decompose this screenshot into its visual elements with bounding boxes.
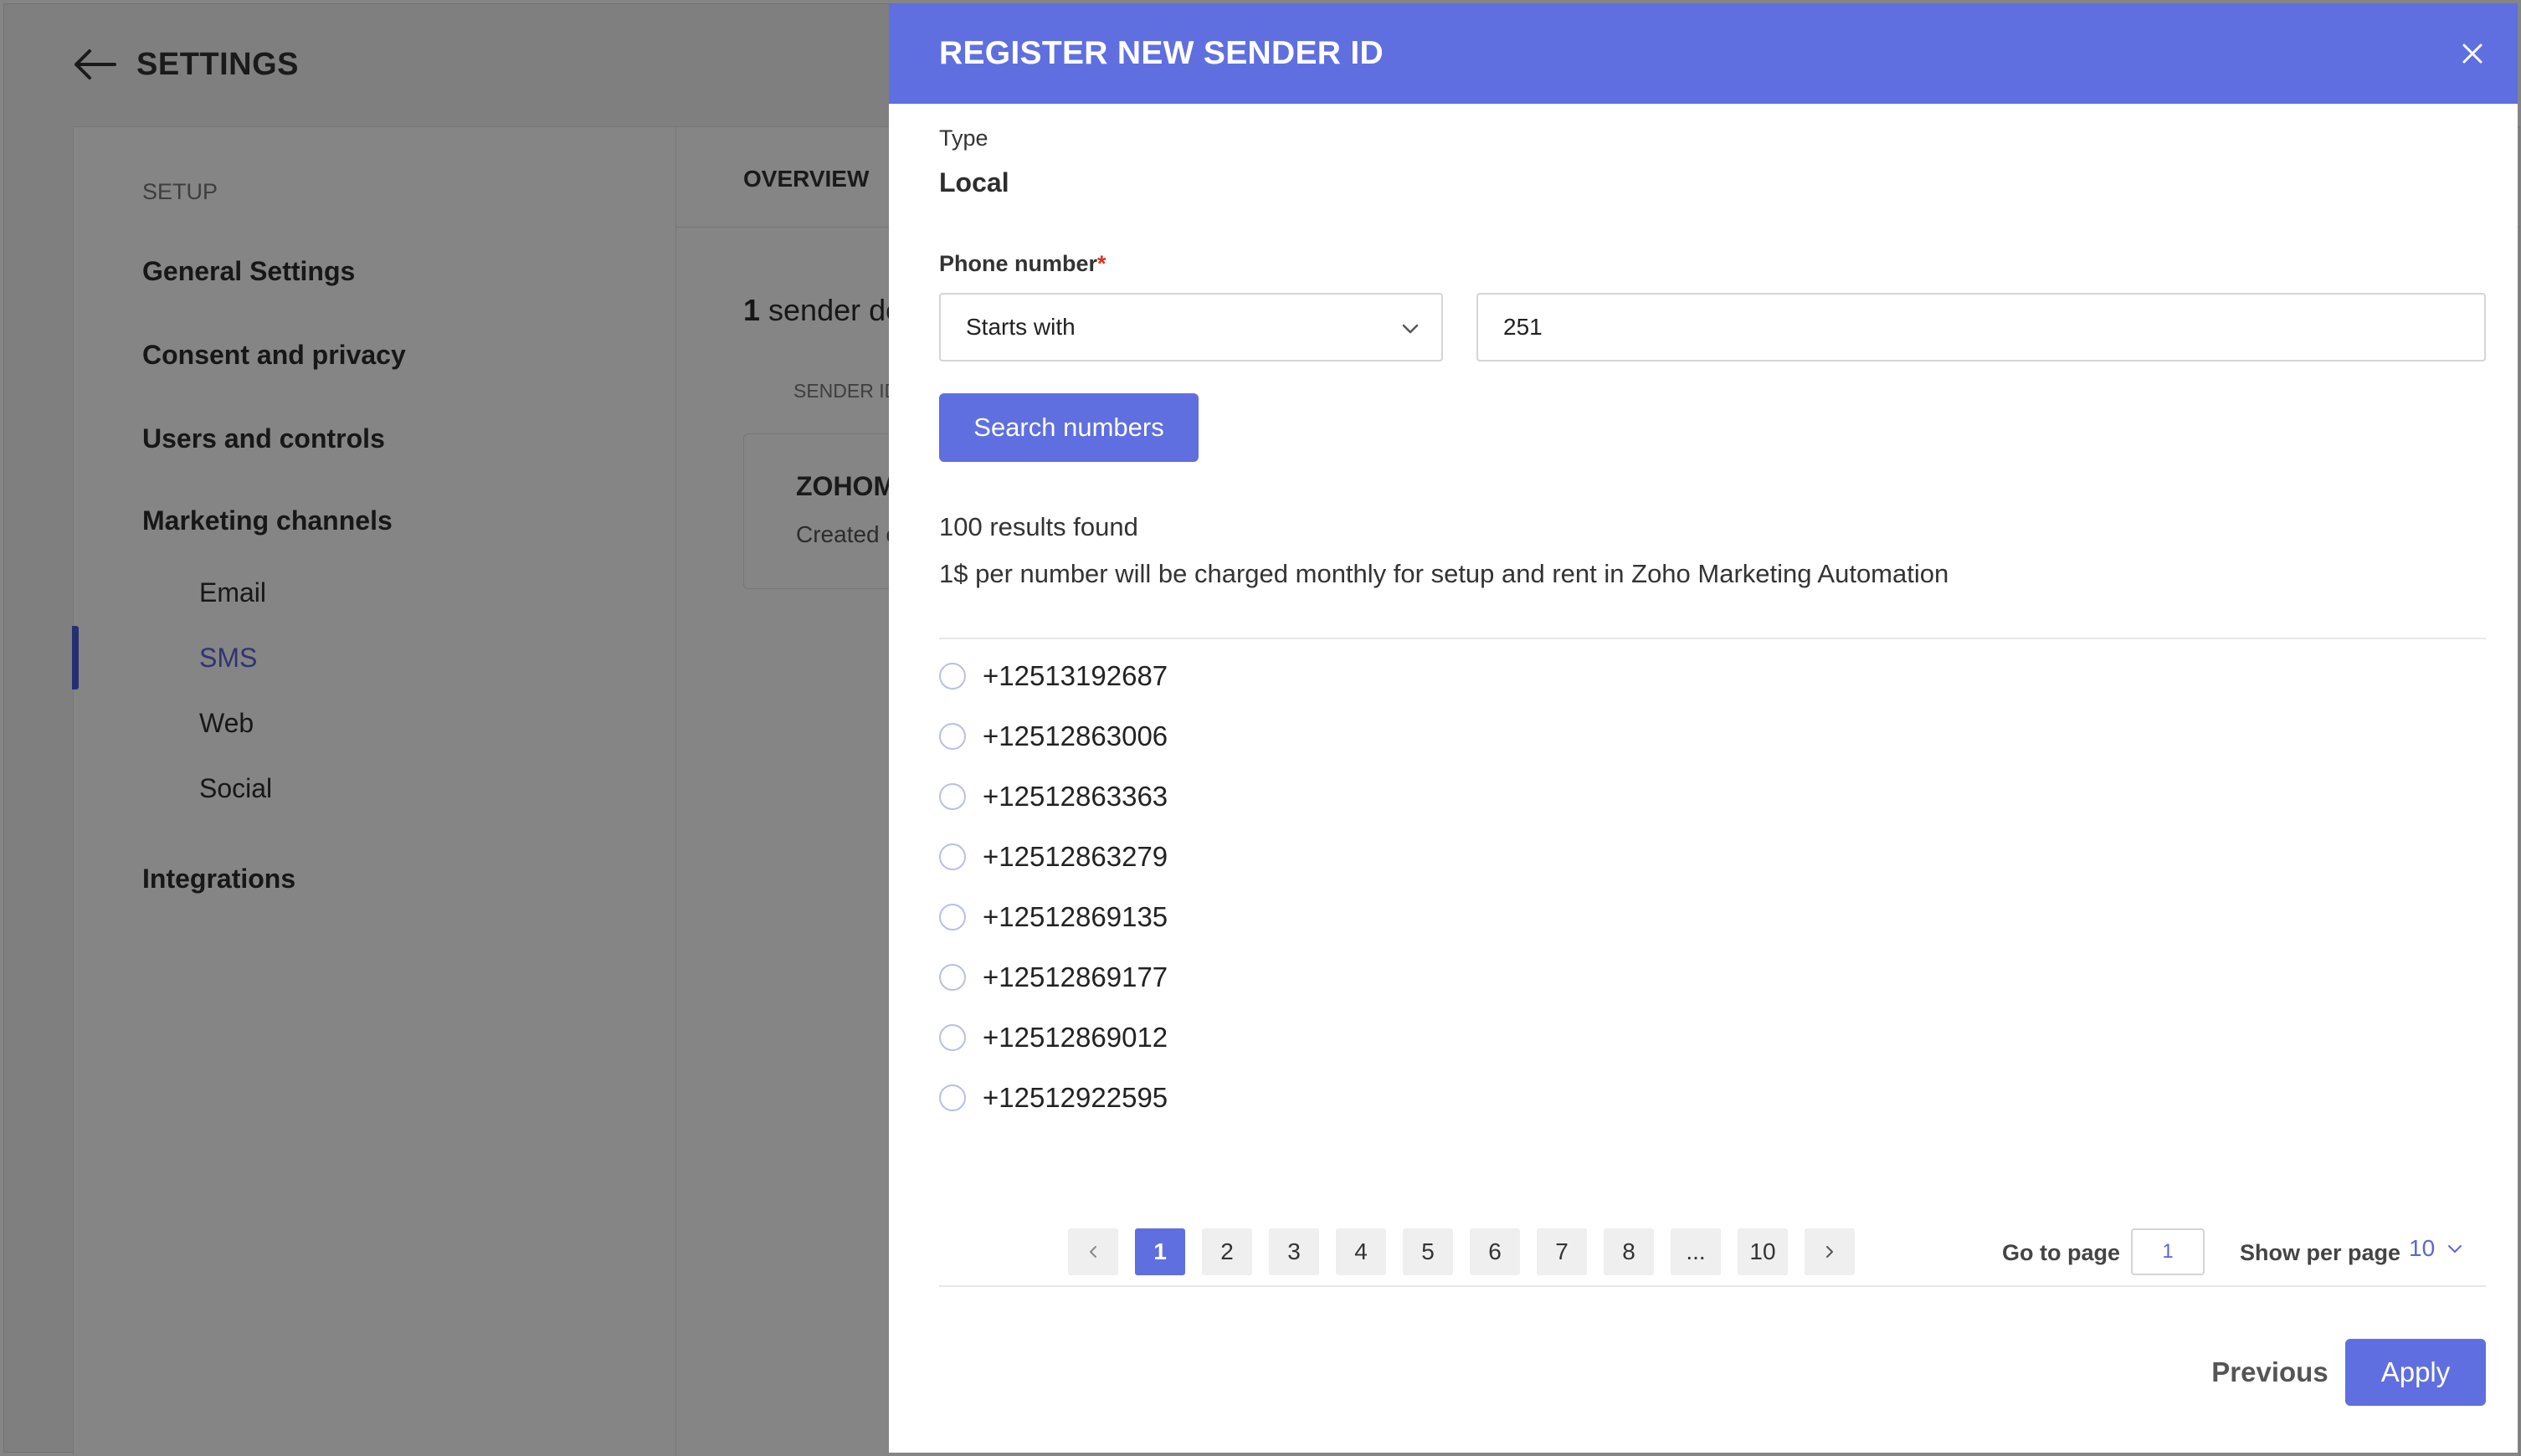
radio-button[interactable]: [939, 723, 966, 750]
radio-button[interactable]: [939, 843, 966, 870]
pagination: 1 2 3 4 5 6 7 8 ... 10: [1068, 1228, 1871, 1275]
page-button-1[interactable]: 1: [1135, 1228, 1185, 1275]
chevron-right-icon: [1826, 1246, 1833, 1258]
page-button-10[interactable]: 10: [1738, 1228, 1788, 1275]
phone-number-option: +12512922595: [983, 1082, 1168, 1113]
per-page-select[interactable]: 10: [2409, 1235, 2465, 1262]
page-ellipsis[interactable]: ...: [1671, 1228, 1721, 1275]
phone-number-option: +12512869135: [983, 901, 1168, 932]
list-item[interactable]: +12512863279: [939, 827, 1692, 887]
list-item[interactable]: +12512922595: [939, 1068, 1692, 1128]
type-label: Type: [939, 126, 988, 151]
phone-number-option: +12512869012: [983, 1022, 1168, 1053]
close-icon[interactable]: [2452, 33, 2493, 74]
per-page-value: 10: [2409, 1235, 2436, 1261]
radio-button[interactable]: [939, 663, 966, 690]
page-button-8[interactable]: 8: [1604, 1228, 1654, 1275]
phone-number-option: +12512869177: [983, 961, 1168, 992]
radio-button[interactable]: [939, 1024, 966, 1051]
previous-button[interactable]: Previous: [2196, 1339, 2344, 1406]
list-item[interactable]: +12512863006: [939, 706, 1692, 766]
chevron-down-icon: [2445, 1238, 2465, 1259]
radio-button[interactable]: [939, 783, 966, 810]
phone-number-option: +12512863006: [983, 720, 1168, 751]
page-button-7[interactable]: 7: [1537, 1228, 1587, 1275]
list-item[interactable]: +12512869012: [939, 1007, 1692, 1068]
list-item[interactable]: +12512869135: [939, 887, 1692, 947]
page-button-2[interactable]: 2: [1202, 1228, 1252, 1275]
drawer-header: REGISTER NEW SENDER ID: [889, 3, 2518, 104]
required-asterisk: *: [1097, 251, 1106, 276]
list-item[interactable]: +12512863363: [939, 766, 1692, 827]
drawer-title: REGISTER NEW SENDER ID: [939, 35, 1384, 71]
match-mode-value: Starts with: [966, 314, 1076, 340]
prev-page-button[interactable]: [1068, 1228, 1118, 1275]
next-page-button[interactable]: [1805, 1228, 1855, 1275]
phone-number-option: +12512863363: [983, 781, 1168, 812]
go-to-page-label: Go to page: [2002, 1240, 2120, 1265]
footer-divider: [939, 1285, 2486, 1287]
chevron-left-icon: [1090, 1246, 1096, 1258]
page-button-5[interactable]: 5: [1403, 1228, 1453, 1275]
page-button-6[interactable]: 6: [1470, 1228, 1520, 1275]
charge-note: 1$ per number will be charged monthly fo…: [939, 559, 1949, 588]
results-divider: [939, 638, 2486, 639]
radio-button[interactable]: [939, 904, 966, 931]
radio-button[interactable]: [939, 964, 966, 991]
phone-number-option: +12513192687: [983, 660, 1168, 691]
go-to-page-input[interactable]: [2131, 1228, 2205, 1275]
list-item[interactable]: +12513192687: [939, 646, 1692, 706]
per-page-label: Show per page: [2240, 1240, 2401, 1265]
phone-number-input[interactable]: [1476, 293, 2486, 361]
type-value: Local: [939, 167, 1009, 197]
page-button-4[interactable]: 4: [1336, 1228, 1386, 1275]
apply-button[interactable]: Apply: [2345, 1339, 2486, 1406]
phone-number-label: Phone number*: [939, 251, 1106, 277]
chevron-down-icon: [1398, 316, 1423, 341]
page-button-3[interactable]: 3: [1269, 1228, 1319, 1275]
phone-number-list: +12513192687 +12512863006 +12512863363 +…: [939, 646, 1692, 1128]
radio-button[interactable]: [939, 1084, 966, 1111]
results-count: 100 results found: [939, 512, 1138, 541]
list-item[interactable]: +12512869177: [939, 947, 1692, 1007]
phone-number-option: +12512863279: [983, 841, 1168, 872]
register-sender-drawer: REGISTER NEW SENDER ID Type Local Phone …: [889, 3, 2518, 1453]
search-numbers-button[interactable]: Search numbers: [939, 393, 1199, 462]
match-mode-select[interactable]: Starts with: [939, 293, 1443, 361]
phone-number-label-text: Phone number: [939, 251, 1098, 276]
